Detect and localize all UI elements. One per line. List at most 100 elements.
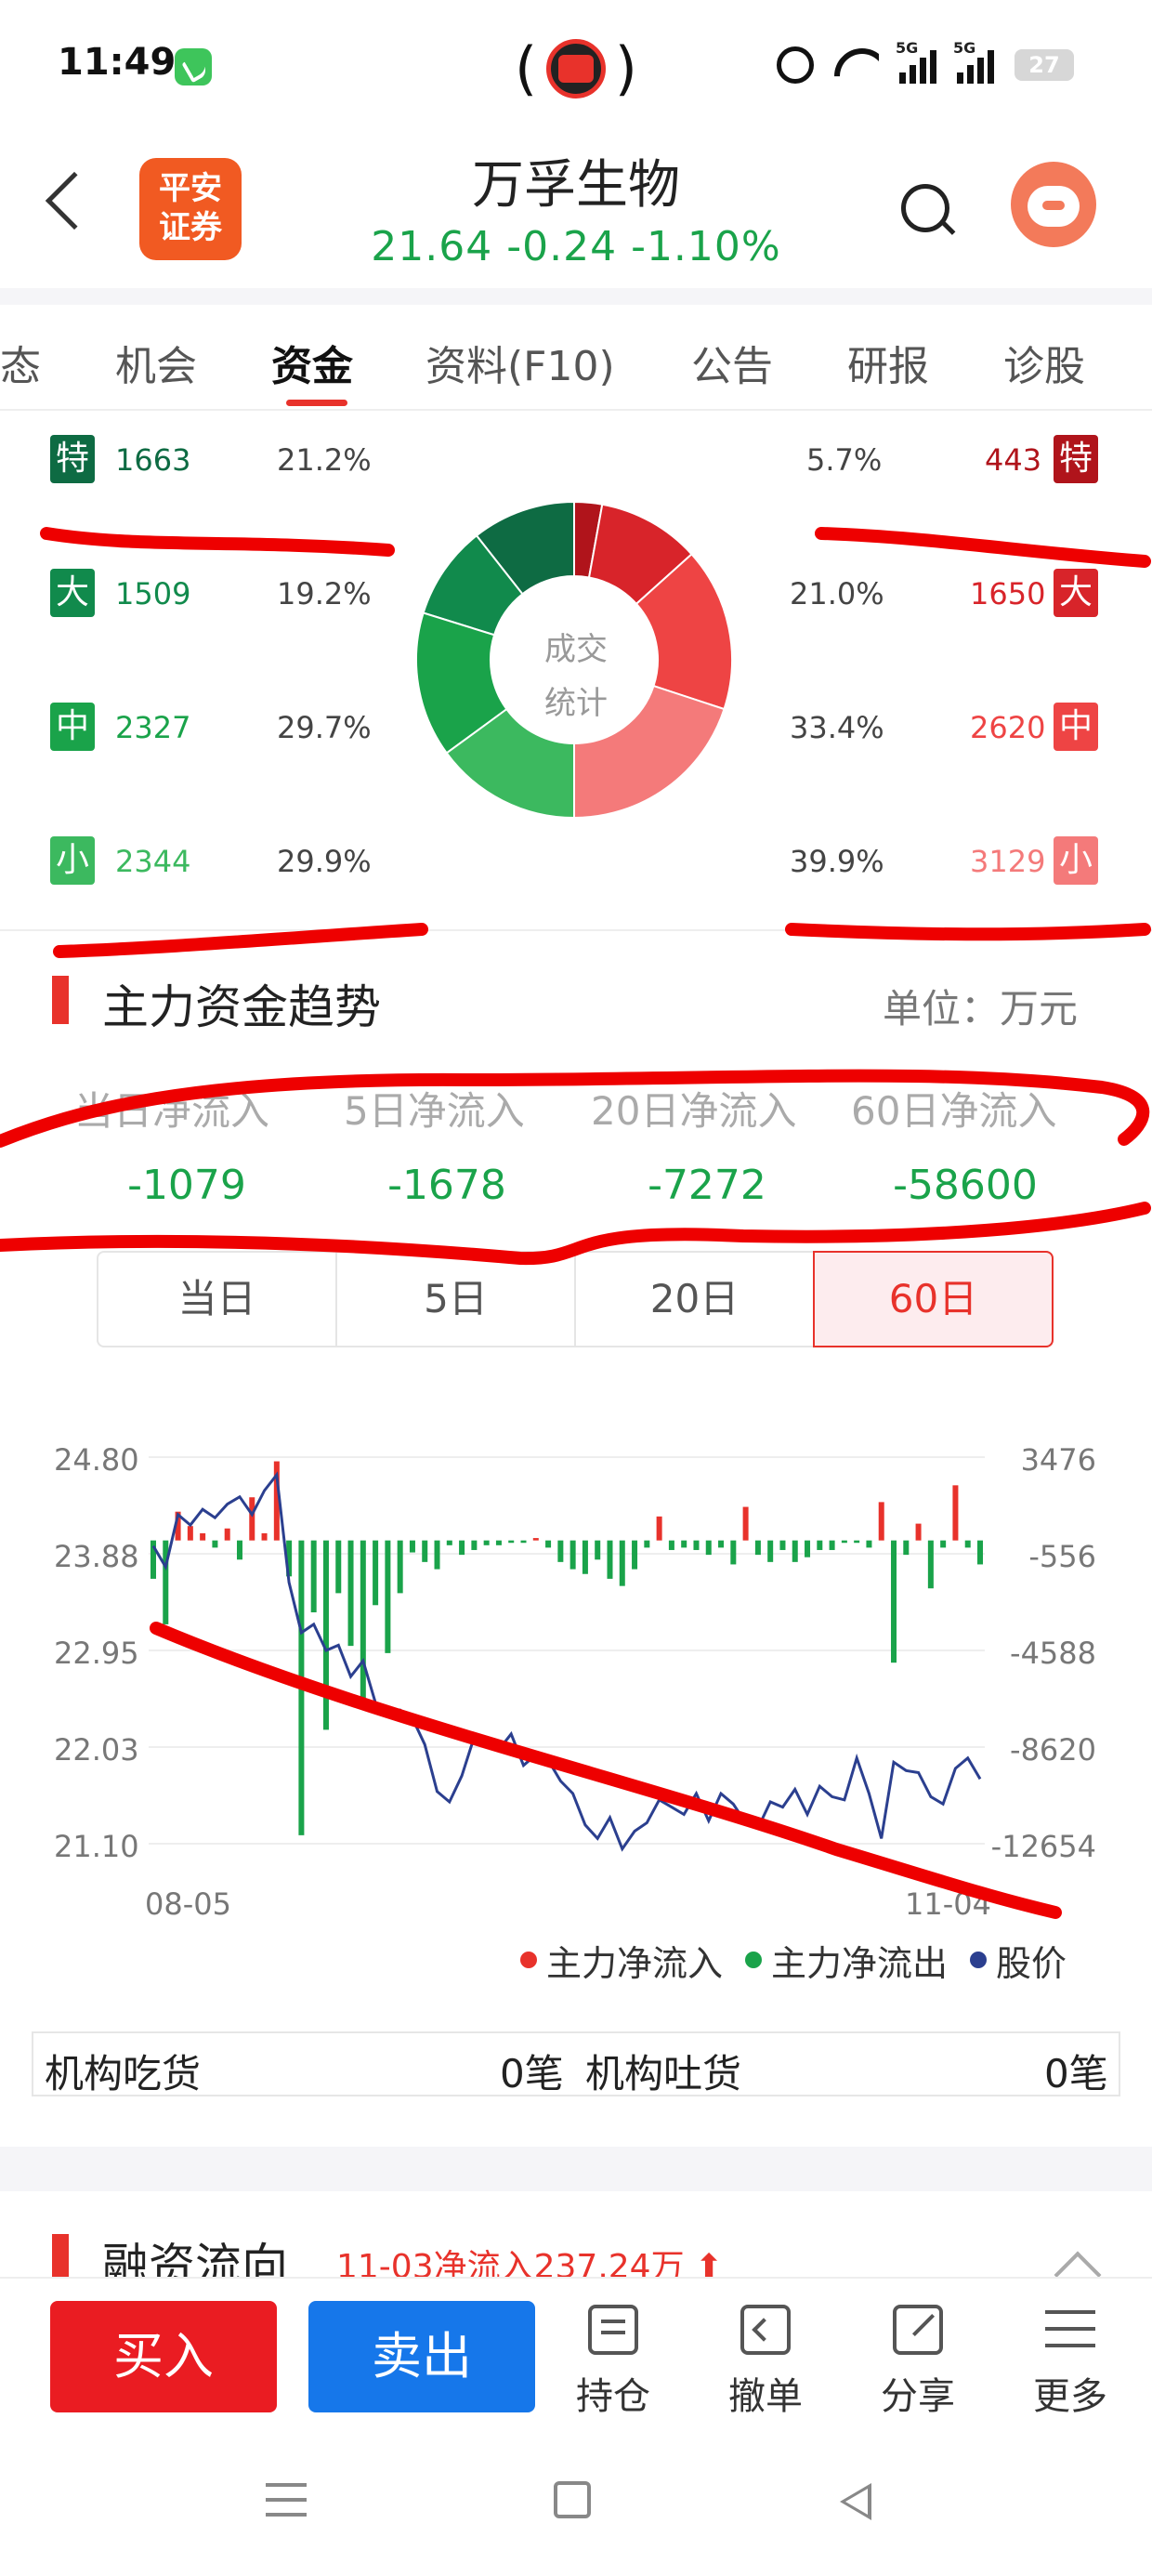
range-tab-60d[interactable]: 60日 [813,1251,1054,1347]
outflow-bar [483,1540,490,1545]
flow-value-20d: -7272 [648,1162,766,1209]
outflow-bar [619,1540,625,1586]
tab-opportunity[interactable]: 机会 [115,333,197,392]
count-small-out: 2344 [115,844,191,879]
header-divider [0,288,1152,305]
status-time: 11:49 [58,41,177,84]
outflow-bar [854,1540,860,1544]
inflow-bar [915,1523,922,1541]
share-button[interactable]: 分享 [862,2305,974,2418]
badge-small-in: 小 [1054,836,1098,885]
outflow-bar [964,1540,971,1548]
inflow-bar [532,1538,539,1541]
badge-large-in: 大 [1054,569,1098,617]
paren-right: ) [614,34,637,102]
tab-status[interactable]: 态 [0,333,41,392]
outflow-bar [298,1540,305,1835]
dump-label: 机构吐货 [585,2051,742,2096]
outflow-bar [557,1540,564,1562]
left-axis-tick: 23.88 [54,1539,139,1574]
stat-row-small: 小 2344 29.9% 39.9% 3129 小 [0,836,1152,888]
outflow-bar [940,1540,947,1548]
more-label: 更多 [1033,2375,1107,2418]
pct-large-in: 21.0% [790,576,884,611]
inflow-bar [224,1528,230,1541]
pct-medium-out: 29.7% [277,710,372,745]
home-icon[interactable] [554,2481,591,2518]
x-axis-tick: 08-05 [145,1886,231,1922]
right-axis-tick: -8620 [1010,1732,1096,1768]
count-large-in: 1650 [970,576,1046,611]
outflow-bar [817,1540,823,1550]
positions-button[interactable]: 持仓 [557,2305,669,2418]
absorb-label: 机构吃货 [45,2051,202,2096]
recent-apps-icon[interactable] [266,2483,307,2517]
signal-icon: 5G [953,39,994,84]
outflow-bar [718,1540,725,1548]
legend-price-label: 股价 [996,1942,1067,1984]
back-icon[interactable] [45,171,104,230]
legend-inflow: 主力净流入 [520,1935,723,1986]
legend-dot-blue [970,1952,988,1968]
menu-icon [1045,2305,1095,2355]
outflow-bar [705,1540,712,1556]
share-icon [893,2305,943,2355]
signal-label: 5G [896,39,919,57]
outflow-bar [977,1540,983,1565]
cancel-order-button[interactable]: 撤单 [710,2305,821,2418]
flow-label-day: 当日净流入 [74,1088,270,1134]
legend-outflow: 主力净流出 [745,1935,948,1986]
sell-button[interactable]: 卖出 [308,2301,535,2412]
back-nav-icon[interactable] [840,2483,871,2520]
range-tab-5d[interactable]: 5日 [337,1253,576,1346]
badge-super-in: 特 [1054,435,1098,483]
outflow-bar [360,1540,366,1709]
outflow-bar [347,1540,354,1647]
outflow-bar [459,1540,465,1556]
outflow-bar [644,1540,650,1548]
inflow-bar [742,1506,749,1541]
outflow-bar [754,1540,761,1556]
outflow-bar [422,1540,428,1562]
pct-small-in: 39.9% [790,844,884,879]
paren-left: ( [515,34,538,102]
buy-button[interactable]: 买入 [50,2301,277,2412]
left-axis-tick: 21.10 [54,1829,139,1864]
battery-icon: 27 [1015,49,1074,81]
count-medium-out: 2327 [115,710,191,745]
search-icon[interactable] [901,184,949,232]
outflow-bar [668,1540,674,1550]
range-tab-20d[interactable]: 20日 [576,1253,815,1346]
outflow-bar [693,1540,700,1550]
status-center-indicator: ( ) [515,32,637,106]
absorb-value: 0笔 [500,2051,564,2096]
status-bar: 11:49 ( ) 5G 5G 27 [0,0,1152,130]
legend-price: 股价 [970,1935,1067,1986]
left-axis-tick: 22.03 [54,1732,139,1768]
outflow-bar [310,1540,317,1613]
count-super-in: 443 [985,442,1042,478]
pct-medium-in: 33.4% [790,710,884,745]
tab-capital[interactable]: 资金 [271,333,353,392]
outflow-bar [434,1540,440,1570]
media-logo-icon [546,39,606,99]
flow-label-5d: 5日净流入 [344,1088,525,1134]
tab-research[interactable]: 研报 [847,333,929,392]
assistant-avatar[interactable] [1011,162,1096,247]
outflow-bar [508,1540,515,1544]
tab-f10[interactable]: 资料(F10) [425,333,615,392]
range-tab-day[interactable]: 当日 [98,1253,337,1346]
outflow-bar [632,1540,638,1570]
more-button[interactable]: 更多 [1015,2305,1126,2418]
dump-value: 0笔 [1044,2051,1108,2096]
broker-logo[interactable]: 平安证券 [139,158,242,260]
outflow-bar [335,1540,342,1594]
legend-outflow-label: 主力净流出 [771,1942,949,1984]
badge-small-out: 小 [50,836,95,885]
inflow-bar [952,1485,959,1541]
tab-bar: 态 机会 资金 资料(F10) 公告 研报 诊股 [0,307,1152,409]
section-divider [0,929,1152,931]
outflow-bar [792,1540,798,1562]
tab-diagnosis[interactable]: 诊股 [1003,333,1085,392]
tab-announcements[interactable]: 公告 [691,333,773,392]
